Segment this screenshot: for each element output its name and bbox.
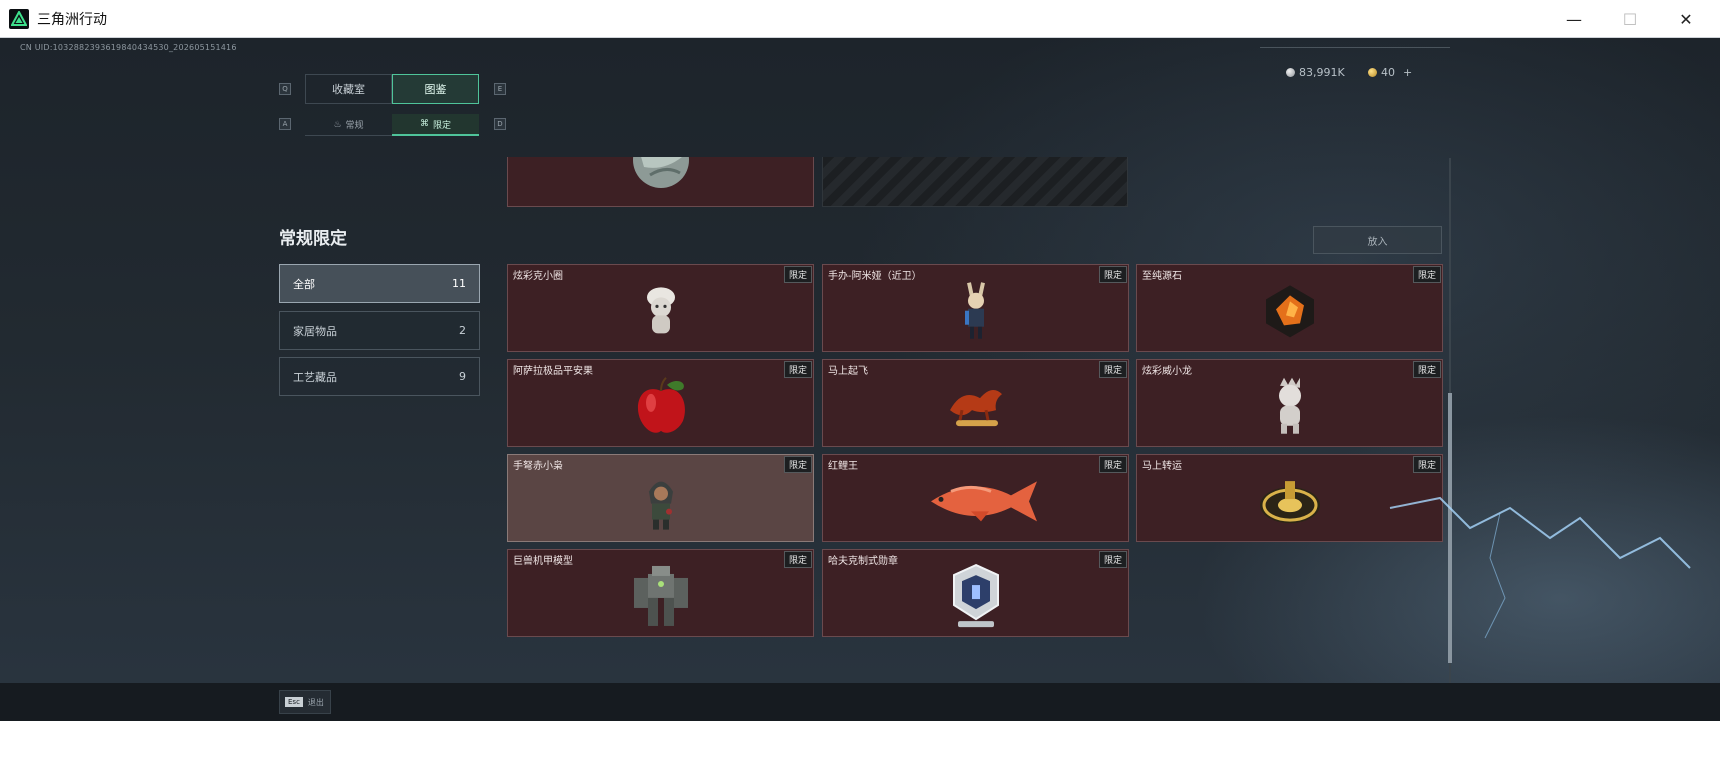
horse-icon: [823, 360, 1128, 446]
window-titlebar: 三角洲行动 — ☐ ✕: [0, 0, 1720, 38]
item-name: 炫彩威小龙: [1142, 366, 1192, 377]
item-card[interactable]: 哈夫克制式勋章 限定: [822, 549, 1129, 637]
globe-item-icon: [633, 157, 689, 188]
section-title: 常规限定: [279, 229, 347, 249]
silver-coin-icon: [1286, 68, 1295, 77]
top-divider: [1260, 47, 1450, 48]
item-card[interactable]: 马上起飞 限定: [822, 359, 1129, 447]
bottom-area: [0, 721, 1720, 759]
maximize-button[interactable]: ☐: [1602, 0, 1658, 38]
subtab-prev-key: A: [279, 118, 291, 130]
tab-catalog[interactable]: 图鉴: [392, 74, 479, 104]
app-logo-icon: [9, 8, 29, 29]
tab-prev-key: Q: [279, 83, 291, 95]
footer-bar: Esc 退出: [0, 683, 1720, 721]
item-name: 手弩赤小枭: [513, 461, 563, 472]
limited-badge: 限定: [1098, 361, 1127, 378]
silver-amount: 83,991K: [1299, 66, 1345, 79]
item-name: 阿萨拉极品平安果: [513, 366, 593, 377]
limited-badge: 限定: [1412, 361, 1441, 378]
limited-badge: 限定: [783, 456, 812, 473]
subtab-next-key: D: [494, 118, 506, 130]
limited-badge: 限定: [783, 266, 812, 283]
limited-badge: 限定: [1098, 266, 1127, 283]
minimize-button[interactable]: —: [1546, 0, 1602, 38]
partial-card[interactable]: [507, 157, 814, 207]
category-count: 2: [459, 324, 466, 337]
item-card[interactable]: 巨兽机甲模型 限定: [507, 549, 814, 637]
item-card[interactable]: 阿萨拉极品平安果 限定: [507, 359, 814, 447]
limited-badge: 限定: [783, 361, 812, 378]
item-card[interactable]: 手弩赤小枭 限定: [507, 454, 814, 542]
esc-key: Esc: [285, 697, 303, 707]
limited-badge: 限定: [783, 551, 812, 568]
item-name: 手办-阿米娅（近卫）: [828, 271, 922, 282]
item-card[interactable]: 炫彩威小龙 限定: [1136, 359, 1443, 447]
exit-button[interactable]: Esc 退出: [279, 690, 331, 714]
subtab-regular[interactable]: ♨ 常规: [305, 114, 392, 136]
item-name: 炫彩克小圈: [513, 271, 563, 282]
item-name: 马上起飞: [828, 366, 868, 377]
uid-text: CN UID:1032882393619840434530_2026051514…: [20, 43, 237, 52]
window-title: 三角洲行动: [37, 11, 107, 28]
item-card[interactable]: 炫彩克小圈 限定: [507, 264, 814, 352]
gold-coin-icon: [1368, 68, 1377, 77]
category-label: 家居物品: [293, 324, 337, 338]
limited-badge: 限定: [1098, 551, 1127, 568]
item-card[interactable]: 手办-阿米娅（近卫） 限定: [822, 264, 1129, 352]
crystal-icon: [1137, 265, 1442, 351]
item-name: 红鲤王: [828, 461, 858, 472]
item-name: 马上转运: [1142, 461, 1182, 472]
category-home-items[interactable]: 家居物品 2: [279, 311, 480, 350]
category-label: 全部: [293, 277, 315, 291]
subtab-limited[interactable]: ⌘ 限定: [392, 114, 479, 136]
gold-amount: 40: [1381, 66, 1395, 79]
put-in-button[interactable]: 放入: [1313, 226, 1442, 254]
item-card[interactable]: 红鲤王 限定: [822, 454, 1129, 542]
lightning-decoration: [1389, 496, 1691, 639]
close-button[interactable]: ✕: [1658, 0, 1714, 38]
limited-badge: 限定: [1098, 456, 1127, 473]
category-count: 9: [459, 370, 466, 383]
limited-icon: ⌘: [419, 119, 429, 129]
item-name: 巨兽机甲模型: [513, 556, 573, 567]
add-currency-button[interactable]: +: [1403, 66, 1412, 79]
item-name: 哈夫克制式勋章: [828, 556, 898, 567]
subtab-limited-label: 限定: [432, 120, 451, 131]
subtab-regular-label: 常规: [345, 121, 364, 131]
tab-collection-room[interactable]: 收藏室: [305, 74, 392, 104]
silver-currency: 83,991K: [1286, 66, 1345, 79]
category-crafts[interactable]: 工艺藏品 9: [279, 357, 480, 396]
item-name: 至纯源石: [1142, 271, 1182, 282]
game-screen: CN UID:1032882393619840434530_2026051514…: [0, 38, 1720, 721]
exit-label: 退出: [307, 697, 324, 707]
category-all[interactable]: 全部 11: [279, 264, 480, 303]
tab-next-key: E: [494, 83, 506, 95]
carp-icon: [823, 455, 1128, 541]
category-count: 11: [452, 277, 466, 290]
flame-icon: ♨: [333, 119, 342, 130]
limited-badge: 限定: [1412, 266, 1441, 283]
locked-card-slot: [822, 157, 1128, 207]
item-card[interactable]: 至纯源石 限定: [1136, 264, 1443, 352]
category-label: 工艺藏品: [293, 370, 337, 384]
gold-currency: 40 +: [1368, 66, 1412, 79]
